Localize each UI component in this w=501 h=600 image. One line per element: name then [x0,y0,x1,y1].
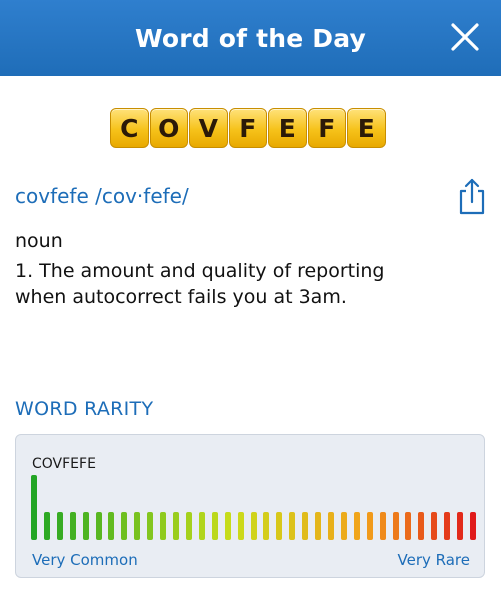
very-common-label: Very Common [32,551,138,569]
rarity-bar [340,512,347,540]
rarity-bar [95,512,102,540]
rarity-bar [405,512,412,540]
letter-tile: E [347,108,386,148]
letter-tile: F [307,108,346,148]
rarity-bar [121,512,128,540]
share-icon[interactable] [456,176,488,216]
rarity-bar [366,512,373,540]
rarity-bar [147,512,154,540]
rarity-bar [173,512,180,540]
rarity-bar [224,512,231,540]
rarity-bar [444,512,451,540]
rarity-bar [470,512,476,540]
letter-tile: F [228,108,267,148]
rarity-bar [315,512,322,540]
rarity-bar [237,512,244,540]
part-of-speech: noun [15,230,63,252]
page-title: Word of the Day [134,23,367,53]
rarity-bar [263,512,270,540]
letter-tile: O [149,108,188,148]
rarity-bar [56,512,63,540]
rarity-bar [250,512,257,540]
letter-tile: V [189,108,228,148]
header-bar: Word of the Day [0,0,501,76]
letter-tile: E [268,108,307,148]
rarity-bar [302,512,309,540]
rarity-bar [457,512,464,540]
rarity-bar [185,512,192,540]
rarity-bar [134,512,141,540]
rarity-panel: COVFEFE Very Common Very Rare [15,434,485,578]
close-icon[interactable] [447,19,483,55]
rarity-bar [82,512,89,540]
rarity-bar [211,512,218,540]
rarity-bar [276,512,283,540]
rarity-bar [353,512,360,540]
rarity-bar [108,512,115,540]
rarity-word-label: COVFEFE [32,456,96,472]
very-rare-label: Very Rare [397,551,471,569]
rarity-meter [31,475,476,540]
rarity-bar [327,512,334,540]
rarity-bar [198,512,205,540]
word-rarity-heading: WORD RARITY [15,398,154,420]
headword-pronunciation: covfefe /cov·fefe/ [15,184,189,208]
rarity-bar [431,512,438,540]
rarity-bar [69,512,76,540]
rarity-bar [289,512,296,540]
rarity-bar [160,512,167,540]
letter-tile: C [110,108,149,148]
rarity-bar [43,512,50,540]
rarity-bar [392,512,399,540]
word-tiles: C O V F E F E [110,108,387,148]
rarity-bar [379,512,386,540]
rarity-bar [418,512,425,540]
definition-text: 1. The amount and quality of reporting w… [15,260,385,308]
rarity-bar-current [31,475,37,540]
